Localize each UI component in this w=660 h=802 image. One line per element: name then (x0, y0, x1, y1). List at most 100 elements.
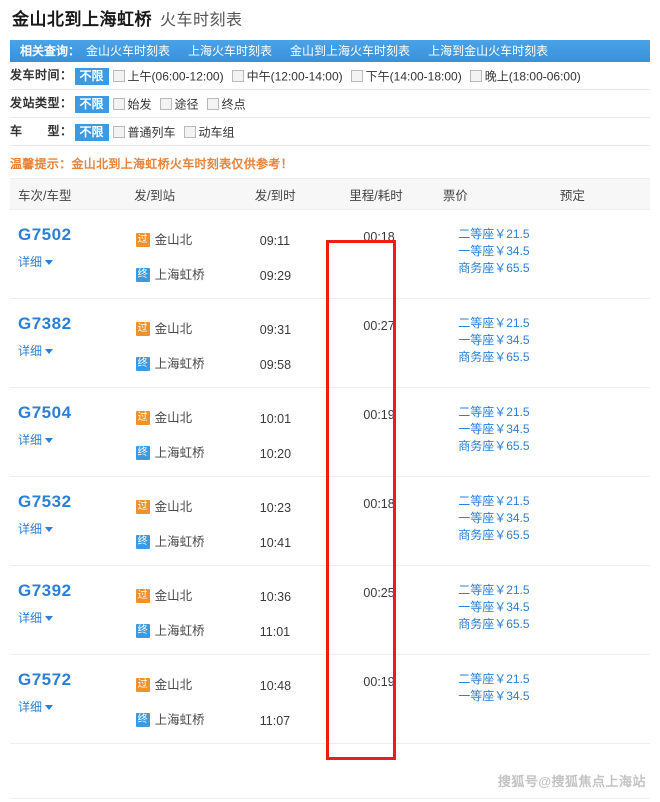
departure-station: 过金山北 (136, 495, 250, 517)
booking-cell[interactable] (559, 655, 650, 743)
departure-time: 10:01 (260, 408, 338, 430)
duration-cell: 00:19 (337, 388, 450, 476)
related-query-link-3[interactable]: 金山到上海火车时刻表 (290, 44, 410, 58)
filter-any-train-type[interactable]: 不限 (75, 124, 109, 141)
arrival-time: 11:01 (260, 621, 338, 643)
arrival-time: 10:20 (260, 443, 338, 465)
page-title-suffix: 火车时刻表 (160, 12, 243, 29)
terminus-badge-icon: 终 (136, 268, 150, 282)
departure-station: 过金山北 (136, 673, 250, 695)
departure-station: 过金山北 (136, 406, 250, 428)
filter-any-departure-time[interactable]: 不限 (75, 68, 109, 85)
filter-option-waypoint[interactable]: 途径 (160, 91, 199, 118)
booking-cell[interactable] (559, 477, 650, 565)
price-first-class: 一等座￥34.5 (458, 510, 558, 527)
duration-cell: 00:18 (337, 477, 450, 565)
filter-option-noon[interactable]: 中午(12:00-14:00) (232, 63, 343, 90)
arrival-station-name: 上海虹桥 (155, 535, 205, 549)
filter-option-origin[interactable]: 始发 (113, 91, 152, 118)
detail-toggle-label: 详细 (18, 255, 42, 269)
filter-option-afternoon-label: 下午(14:00-18:00) (366, 69, 462, 83)
schedule-table: 车次/车型 发/到站 发/到时 里程/耗时 票价 预定 G7502 详细 过金山… (10, 178, 650, 744)
checkbox-icon[interactable] (113, 70, 125, 82)
train-number[interactable]: G7392 (18, 582, 128, 601)
price-first-class: 一等座￥34.5 (458, 599, 558, 616)
train-number[interactable]: G7382 (18, 315, 128, 334)
filter-option-waypoint-label: 途径 (175, 97, 199, 111)
departure-station: 过金山北 (136, 317, 250, 339)
filter-option-noon-label: 中午(12:00-14:00) (247, 69, 343, 83)
booking-cell[interactable] (559, 299, 650, 387)
checkbox-icon[interactable] (113, 98, 125, 110)
arrival-station-name: 上海虹桥 (155, 268, 205, 282)
chevron-down-icon (45, 705, 53, 710)
price-cell: 二等座￥21.5 一等座￥34.5 商务座￥65.5 (450, 388, 558, 476)
filter-label-departure-time: 发车时间： (10, 62, 73, 89)
filter-option-afternoon[interactable]: 下午(14:00-18:00) (351, 63, 462, 90)
related-query-link-2[interactable]: 上海火车时刻表 (188, 44, 272, 58)
pass-badge-icon: 过 (136, 589, 150, 603)
detail-toggle[interactable]: 详细 (18, 698, 53, 715)
departure-station: 过金山北 (136, 228, 250, 250)
chevron-down-icon (45, 349, 53, 354)
filter-option-morning[interactable]: 上午(06:00-12:00) (113, 63, 224, 90)
filter-row-train-type: 车 型：不限普通列车动车组 (10, 118, 650, 146)
page-title-route: 金山北到上海虹桥 (12, 10, 152, 29)
terminus-badge-icon: 终 (136, 535, 150, 549)
detail-toggle[interactable]: 详细 (18, 609, 53, 626)
station-cell: 过金山北 终上海虹桥 (128, 299, 250, 387)
checkbox-icon[interactable] (184, 126, 196, 138)
bottom-divider (10, 798, 650, 799)
pass-badge-icon: 过 (136, 500, 150, 514)
train-number[interactable]: G7504 (18, 404, 128, 423)
filter-option-terminus[interactable]: 终点 (207, 91, 246, 118)
filter-any-station-type[interactable]: 不限 (75, 96, 109, 113)
table-header-row: 车次/车型 发/到站 发/到时 里程/耗时 票价 预定 (10, 178, 650, 210)
filter-option-emu[interactable]: 动车组 (184, 119, 235, 146)
price-business-class: 商务座￥65.5 (458, 260, 558, 277)
train-number[interactable]: G7572 (18, 671, 128, 690)
terminus-badge-icon: 终 (136, 624, 150, 638)
detail-toggle[interactable]: 详细 (18, 253, 53, 270)
price-cell: 二等座￥21.5 一等座￥34.5 商务座￥65.5 (450, 477, 558, 565)
checkbox-icon[interactable] (160, 98, 172, 110)
chevron-down-icon (45, 438, 53, 443)
detail-toggle[interactable]: 详细 (18, 520, 53, 537)
price-first-class: 一等座￥34.5 (458, 332, 558, 349)
checkbox-icon[interactable] (351, 70, 363, 82)
price-second-class: 二等座￥21.5 (458, 404, 558, 421)
price-second-class: 二等座￥21.5 (458, 671, 558, 688)
warm-tip: 温馨提示：金山北到上海虹桥火车时刻表仅供参考！ (10, 155, 650, 172)
related-query-link-1[interactable]: 金山火车时刻表 (86, 44, 170, 58)
price-business-class: 商务座￥65.5 (458, 349, 558, 366)
checkbox-icon[interactable] (207, 98, 219, 110)
arrival-station: 终上海虹桥 (136, 530, 250, 552)
filter-label-train-type: 车 型： (10, 118, 73, 145)
checkbox-icon[interactable] (113, 126, 125, 138)
price-cell: 二等座￥21.5 一等座￥34.5 商务座￥65.5 (450, 299, 558, 387)
station-cell: 过金山北 终上海虹桥 (128, 210, 250, 298)
booking-cell[interactable] (559, 388, 650, 476)
time-cell: 10:48 11:07 (250, 655, 338, 743)
price-first-class: 一等座￥34.5 (458, 421, 558, 438)
booking-cell[interactable] (559, 566, 650, 654)
arrival-station: 终上海虹桥 (136, 352, 250, 374)
price-second-class: 二等座￥21.5 (458, 226, 558, 243)
booking-cell[interactable] (559, 210, 650, 298)
detail-toggle[interactable]: 详细 (18, 342, 53, 359)
filter-option-regular-train[interactable]: 普通列车 (113, 119, 176, 146)
arrival-time: 09:29 (260, 265, 338, 287)
train-number[interactable]: G7502 (18, 226, 128, 245)
column-header-distance-duration: 里程/耗时 (331, 185, 435, 204)
train-number[interactable]: G7532 (18, 493, 128, 512)
filter-option-evening[interactable]: 晚上(18:00-06:00) (470, 63, 581, 90)
filter-option-evening-label: 晚上(18:00-06:00) (485, 69, 581, 83)
checkbox-icon[interactable] (470, 70, 482, 82)
checkbox-icon[interactable] (232, 70, 244, 82)
arrival-station-name: 上海虹桥 (155, 357, 205, 371)
departure-station-name: 金山北 (155, 589, 193, 603)
detail-toggle[interactable]: 详细 (18, 431, 53, 448)
departure-station-name: 金山北 (155, 678, 193, 692)
related-query-link-4[interactable]: 上海到金山火车时刻表 (428, 44, 548, 58)
detail-toggle-label: 详细 (18, 522, 42, 536)
